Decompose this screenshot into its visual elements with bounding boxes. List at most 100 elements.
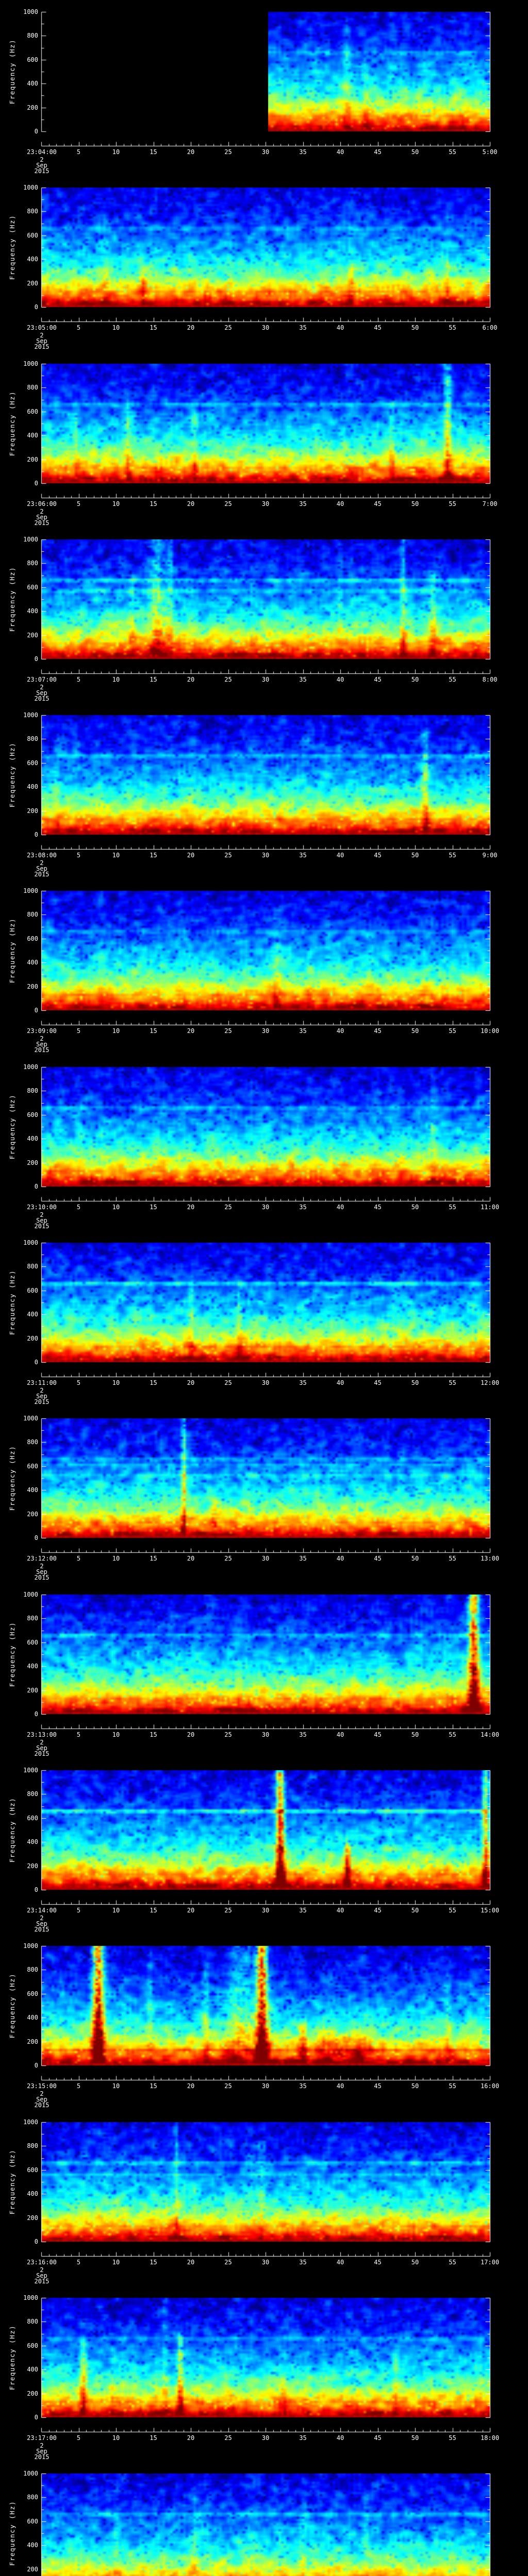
x-tick-label: 30 xyxy=(261,148,270,156)
x-tick-label: 55 xyxy=(449,500,456,507)
x-tick-label: 55 xyxy=(449,1907,456,1914)
y-tick-label: 0 xyxy=(34,2062,38,2069)
x-tick-label: 10 xyxy=(112,1379,120,1386)
x-tick-label: 40 xyxy=(336,2434,344,2442)
x-tick-label: 50 xyxy=(411,148,419,156)
y-tick-label: 200 xyxy=(27,2389,38,2397)
x-tick-label: 10 xyxy=(112,1204,120,1211)
y-axis-title: Frequency (Hz) xyxy=(8,391,16,456)
x-tick-label: 15 xyxy=(150,1027,157,1035)
x-end-time-label: 7:00 xyxy=(482,500,498,507)
x-end-time-label: 6:00 xyxy=(482,324,498,331)
x-tick-label: 35 xyxy=(299,1027,307,1035)
y-tick-label: 1000 xyxy=(23,2470,38,2477)
x-tick-label: 5 xyxy=(76,500,81,507)
x-tick-label: 15 xyxy=(150,500,157,507)
x-tick-label: 35 xyxy=(299,500,307,507)
x-tick-label: 40 xyxy=(336,324,344,331)
x-tick-label: 30 xyxy=(261,500,270,507)
x-tick-label: 25 xyxy=(224,2434,232,2442)
x-tick-label: 15 xyxy=(150,2434,157,2442)
y-tick-label: 1000 xyxy=(23,536,38,543)
x-tick-label: 15 xyxy=(150,324,157,331)
x-tick-label: 15 xyxy=(150,2082,157,2090)
y-tick-label: 800 xyxy=(27,1790,38,1798)
x-tick-label: 10 xyxy=(112,852,120,859)
y-tick-label: 0 xyxy=(34,1359,38,1366)
y-tick-label: 400 xyxy=(27,959,38,967)
x-tick-label: 15 xyxy=(150,2259,157,2266)
y-tick-label: 800 xyxy=(27,560,38,567)
x-tick-label: 5 xyxy=(76,852,81,859)
date-label-line3: 2015 xyxy=(34,695,50,702)
date-label-line3: 2015 xyxy=(34,2278,50,2285)
x-tick-label: 5 xyxy=(76,1379,81,1386)
x-tick-label: 45 xyxy=(374,500,382,507)
date-label-line3: 2015 xyxy=(34,1398,50,1405)
date-label-line3: 2015 xyxy=(34,2102,50,2109)
y-tick-label: 200 xyxy=(27,2038,38,2045)
x-end-time-label: 18:00 xyxy=(480,2434,500,2442)
y-tick-label: 0 xyxy=(34,1007,38,1014)
y-axis-title: Frequency (Hz) xyxy=(8,1269,16,1335)
x-tick-label: 45 xyxy=(374,1907,382,1914)
x-end-time-label: 11:00 xyxy=(480,1204,500,1211)
y-axis-title: Frequency (Hz) xyxy=(8,2325,16,2391)
spectrogram-stack-figure: Frequency (Hz) 0 200 400 600 800 1000 23:04:00 5… xyxy=(0,0,528,2576)
date-label-line3: 2015 xyxy=(34,2453,50,2461)
y-tick-label: 1000 xyxy=(23,1942,38,1950)
x-tick-label: 55 xyxy=(449,1027,456,1035)
x-tick-label: 25 xyxy=(224,676,232,683)
date-label-line3: 2015 xyxy=(34,343,50,350)
x-tick-label: 55 xyxy=(449,2082,456,2090)
y-tick-label: 600 xyxy=(27,1462,38,1470)
y-axis-title: Frequency (Hz) xyxy=(8,2500,16,2566)
spectrogram-panel-231400: Frequency (Hz) 0 200 400 600 800 1000 23:14:00 5… xyxy=(0,1758,528,1934)
x-tick-label: 55 xyxy=(449,324,456,331)
x-tick-label: 25 xyxy=(224,2082,232,2090)
y-tick-label: 600 xyxy=(27,408,38,415)
y-tick-label: 1000 xyxy=(23,1239,38,1246)
x-tick-label: 20 xyxy=(187,148,195,156)
x-tick-label: 45 xyxy=(374,1555,382,1562)
y-tick-label: 400 xyxy=(27,1838,38,1846)
x-end-time-label: 13:00 xyxy=(480,1555,500,1562)
x-tick-label: 45 xyxy=(374,852,382,859)
x-tick-label: 50 xyxy=(411,1907,419,1914)
x-tick-label: 5 xyxy=(76,1731,81,1738)
y-tick-label: 400 xyxy=(27,2014,38,2022)
x-tick-label: 30 xyxy=(261,1555,270,1562)
spectrogram-canvas xyxy=(0,2462,528,2576)
x-end-time-label: 14:00 xyxy=(480,1731,500,1738)
x-tick-label: 30 xyxy=(261,1027,270,1035)
y-tick-label: 1000 xyxy=(23,8,38,15)
x-tick-label: 5 xyxy=(76,676,81,683)
x-tick-label: 20 xyxy=(187,852,195,859)
x-tick-label: 10 xyxy=(112,1027,120,1035)
y-axis-title: Frequency (Hz) xyxy=(8,1445,16,1511)
y-tick-label: 600 xyxy=(27,935,38,942)
x-end-time-label: 17:00 xyxy=(480,2259,500,2266)
spectrogram-panel-230600: Frequency (Hz) 0 200 400 600 800 1000 23:06:00 5… xyxy=(0,352,528,528)
x-tick-label: 20 xyxy=(187,676,195,683)
y-tick-label: 1000 xyxy=(23,360,38,367)
x-tick-label: 5 xyxy=(76,2082,81,2090)
x-tick-label: 40 xyxy=(336,852,344,859)
spectrogram-panel-231200: Frequency (Hz) 0 200 400 600 800 1000 23:12:00 5… xyxy=(0,1406,528,1582)
y-tick-label: 200 xyxy=(27,2214,38,2222)
x-tick-label: 55 xyxy=(449,2434,456,2442)
x-tick-label: 5 xyxy=(76,1204,81,1211)
x-tick-label: 10 xyxy=(112,676,120,683)
y-axis-title: Frequency (Hz) xyxy=(8,1973,16,2039)
y-tick-label: 800 xyxy=(27,2318,38,2326)
x-tick-label: 55 xyxy=(449,2259,456,2266)
date-label-line3: 2015 xyxy=(34,1574,50,1581)
x-tick-label: 5 xyxy=(76,148,81,156)
y-tick-label: 600 xyxy=(27,1814,38,1822)
x-tick-label: 30 xyxy=(261,2082,270,2090)
y-tick-label: 1000 xyxy=(23,1415,38,1422)
x-tick-label: 5 xyxy=(76,324,81,331)
x-tick-label: 50 xyxy=(411,1204,419,1211)
x-tick-label: 20 xyxy=(187,1204,195,1211)
x-tick-label: 15 xyxy=(150,1204,157,1211)
